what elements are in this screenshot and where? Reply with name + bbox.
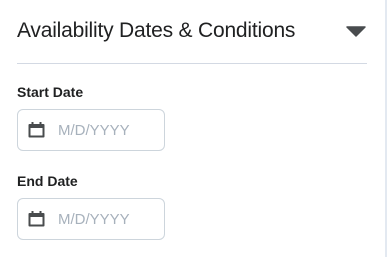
calendar-icon <box>28 122 45 138</box>
caret-down-icon[interactable] <box>345 25 367 37</box>
calendar-icon <box>28 211 45 227</box>
availability-panel: Availability Dates & Conditions Start Da… <box>0 0 387 257</box>
section-title: Availability Dates & Conditions <box>17 19 296 42</box>
section-divider <box>17 63 367 64</box>
end-date-label: End Date <box>17 173 78 189</box>
end-date-input[interactable]: M/D/YYYY <box>58 211 130 228</box>
start-date-input[interactable]: M/D/YYYY <box>58 122 130 139</box>
start-date-field[interactable]: M/D/YYYY <box>17 109 165 151</box>
end-date-field[interactable]: M/D/YYYY <box>17 198 165 240</box>
section-header[interactable]: Availability Dates & Conditions <box>17 14 367 48</box>
start-date-label: Start Date <box>17 84 84 100</box>
